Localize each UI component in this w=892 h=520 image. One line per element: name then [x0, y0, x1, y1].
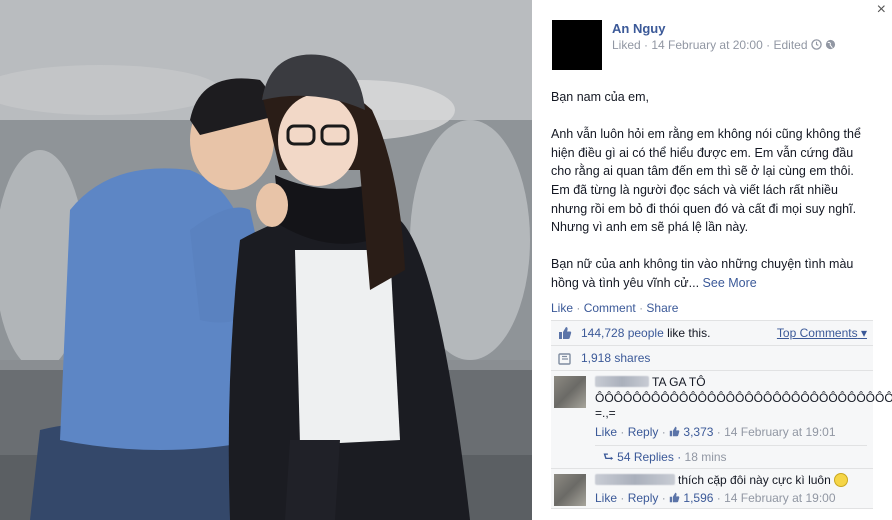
like-thumb-icon	[559, 327, 572, 339]
commenter-name-blurred[interactable]	[595, 473, 675, 485]
comment-like-link[interactable]: Like	[595, 491, 617, 505]
author-name[interactable]: An Nguy	[612, 21, 665, 36]
post-paragraph-truncated: Bạn nữ của anh không tin vào những chuyệ…	[551, 257, 854, 290]
post-paragraph: Anh vẫn luôn hỏi em rằng em không nói cũ…	[551, 127, 861, 235]
replies-icon: ⮑	[603, 449, 614, 464]
comment-meta: Like · Reply · 1,596 · 14 February at 19…	[595, 491, 836, 505]
comment-link[interactable]: Comment	[584, 301, 636, 315]
like-link[interactable]: Like	[551, 301, 573, 315]
comment-item: TA GA TÔ ÔÔÔÔÔÔÔÔÔÔÔÔÔÔÔÔÔÔÔÔÔÔÔÔÔÔÔÔÔÔÔ…	[551, 371, 892, 469]
author-avatar[interactable]	[552, 20, 602, 70]
close-icon[interactable]: ×	[877, 2, 886, 18]
comment-meta: Like · Reply · 3,373 · 14 February at 19…	[595, 424, 836, 439]
globe-icon[interactable]	[825, 39, 836, 50]
post-actions: Like · Comment · Share	[551, 301, 679, 315]
share-link[interactable]: Share	[646, 301, 678, 315]
shares-count-link[interactable]: 1,918 shares	[581, 351, 650, 365]
comment-like-link[interactable]: Like	[595, 425, 617, 439]
post-paragraph: Bạn nam của em,	[551, 90, 649, 104]
post-photo[interactable]	[0, 0, 532, 520]
post-meta: Liked · 14 February at 20:00 · Edited	[612, 38, 836, 52]
commenter-avatar[interactable]	[554, 473, 586, 506]
commenter-avatar[interactable]	[554, 376, 586, 408]
dropdown-caret-icon: ▾	[860, 326, 867, 340]
see-more-link[interactable]: See More	[703, 276, 757, 290]
comment-reply-link[interactable]: Reply	[628, 491, 659, 505]
share-icon	[558, 353, 571, 365]
top-comments-dropdown[interactable]: Top Comments ▾	[777, 321, 867, 345]
comment-text: thích cặp đôi này cực kì luôn	[595, 472, 867, 489]
photo-illustration	[0, 0, 532, 520]
edited-label[interactable]: Edited	[773, 38, 807, 52]
like-thumb-icon	[669, 492, 680, 503]
replies-count[interactable]: 54 Replies	[617, 450, 674, 464]
liked-label: Liked	[612, 38, 641, 52]
post-timestamp[interactable]: 14 February at 20:00	[651, 38, 762, 52]
comment-timestamp[interactable]: 14 February at 19:01	[724, 425, 835, 439]
smiley-icon	[834, 472, 849, 487]
replies-time: 18 mins	[684, 449, 727, 464]
comment-text: TA GA TÔ ÔÔÔÔÔÔÔÔÔÔÔÔÔÔÔÔÔÔÔÔÔÔÔÔÔÔÔÔÔÔÔ…	[595, 375, 892, 420]
post-details-panel: × An Nguy Liked · 14 February at 20:00 ·…	[532, 0, 892, 520]
comment-like-count[interactable]: 3,373	[683, 425, 713, 439]
commenter-name-blurred[interactable]	[595, 376, 649, 387]
likes-row: 144,728 people like this. Top Comments ▾	[551, 321, 873, 346]
view-replies-row[interactable]: ⮑ 54 Replies · 18 mins	[595, 444, 867, 468]
comment-timestamp[interactable]: 14 February at 19:00	[724, 491, 835, 505]
likes-count-link[interactable]: 144,728 people	[581, 326, 664, 340]
shares-row: 1,918 shares	[551, 346, 873, 371]
feedback-box: 144,728 people like this. Top Comments ▾…	[551, 320, 892, 509]
post-text: Bạn nam của em, Anh vẫn luôn hỏi em rằng…	[551, 88, 871, 311]
like-thumb-icon	[669, 426, 680, 436]
comment-like-count[interactable]: 1,596	[683, 491, 713, 505]
comment-item: thích cặp đôi này cực kì luôn Like · Rep…	[551, 469, 873, 509]
clock-icon	[811, 39, 822, 50]
comment-reply-link[interactable]: Reply	[628, 425, 659, 439]
